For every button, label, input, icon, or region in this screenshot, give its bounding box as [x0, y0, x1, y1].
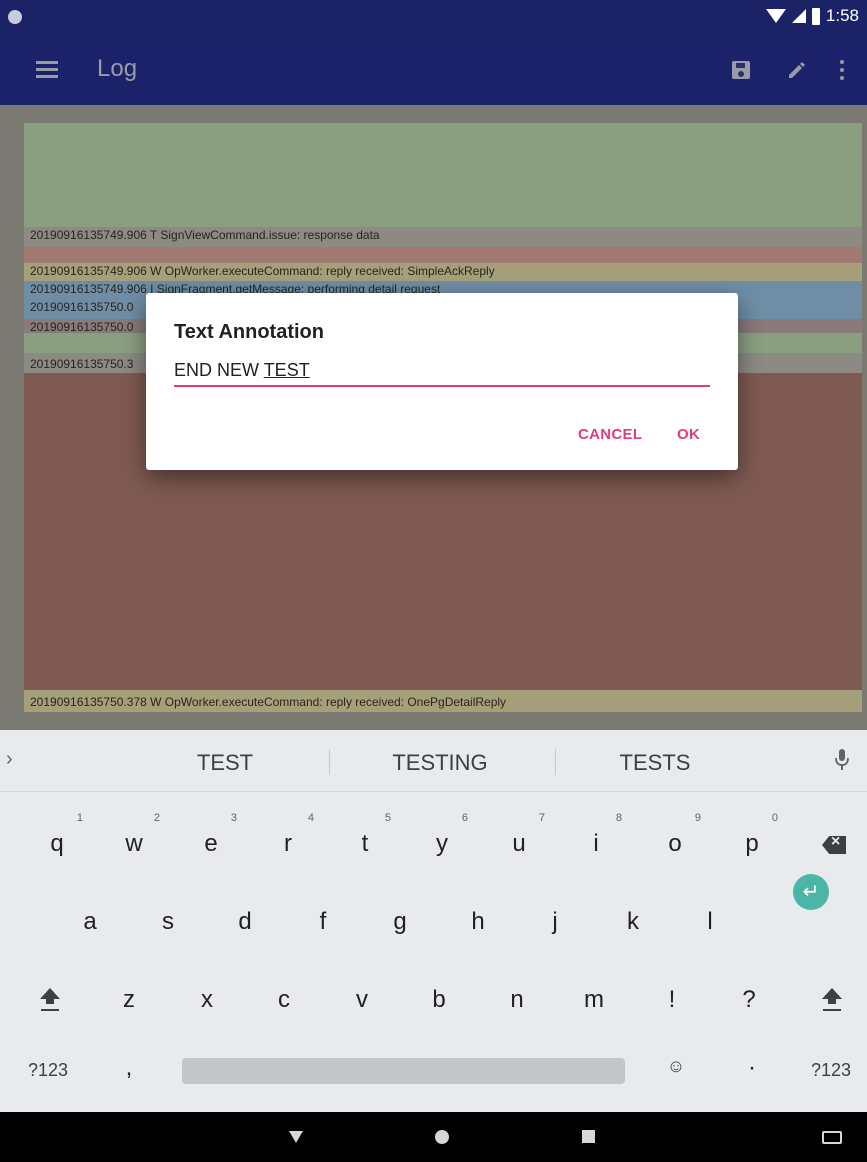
key-z[interactable]: z: [99, 986, 159, 1014]
signal-icon: [791, 9, 806, 23]
symbols-key-left[interactable]: ?123: [18, 1060, 78, 1081]
suggestion-divider: [555, 749, 556, 775]
text-annotation-dialog: Text Annotation END NEW TEST CANCEL OK: [146, 293, 738, 470]
status-bar: 1:58: [0, 0, 867, 33]
key-x[interactable]: x: [177, 986, 237, 1014]
key-j[interactable]: j: [525, 908, 585, 936]
key-t[interactable]: t5: [335, 812, 395, 858]
key-question[interactable]: ?: [719, 986, 779, 1014]
key-m[interactable]: m: [564, 986, 624, 1014]
suggestion-2[interactable]: TESTING: [375, 750, 505, 776]
key-o[interactable]: o9: [645, 812, 705, 858]
log-block-green: [24, 123, 862, 227]
key-b[interactable]: b: [409, 986, 469, 1014]
app-bar: Log: [0, 33, 867, 105]
suggestion-3[interactable]: TESTS: [600, 750, 710, 776]
key-p[interactable]: p0: [722, 812, 782, 858]
key-period[interactable]: ·: [722, 1054, 782, 1082]
ok-button[interactable]: OK: [677, 426, 700, 443]
navigation-bar: [0, 1112, 867, 1162]
key-v[interactable]: v: [332, 986, 392, 1014]
expand-suggestions-icon[interactable]: ›: [6, 748, 13, 771]
key-c[interactable]: c: [254, 986, 314, 1014]
recent-apps-icon[interactable]: [582, 1130, 595, 1143]
status-time: 1:58: [825, 6, 859, 25]
log-line: 20190916135750.3: [30, 357, 134, 371]
key-i[interactable]: i8: [566, 812, 626, 858]
log-line: 20190916135749.906 W OpWorker.executeCom…: [30, 264, 495, 278]
keyboard-switch-icon[interactable]: [822, 1131, 842, 1144]
key-n[interactable]: n: [487, 986, 547, 1014]
back-icon[interactable]: [289, 1131, 303, 1143]
key-f[interactable]: f: [293, 908, 353, 936]
dialog-title: Text Annotation: [174, 321, 324, 343]
key-l[interactable]: l: [680, 908, 740, 936]
shift-right-icon[interactable]: [820, 986, 844, 1014]
key-k[interactable]: k: [603, 908, 663, 936]
emoji-icon[interactable]: ☺: [646, 1056, 706, 1077]
key-r[interactable]: r4: [258, 812, 318, 858]
suggestion-1[interactable]: TEST: [170, 750, 280, 776]
wifi-icon: [765, 9, 786, 23]
log-line: 20190916135750.0: [30, 320, 134, 334]
key-exclamation[interactable]: !: [642, 986, 702, 1014]
notification-dot-icon: [8, 10, 22, 24]
key-d[interactable]: d: [215, 908, 275, 936]
key-e[interactable]: e3: [181, 812, 241, 858]
app-bar-scrim: [0, 33, 867, 105]
log-line: 20190916135750.378 W OpWorker.executeCom…: [30, 695, 507, 709]
log-line: 20190916135749.906 T SignViewCommand.iss…: [30, 228, 380, 242]
key-u[interactable]: u7: [489, 812, 549, 858]
home-icon[interactable]: [435, 1130, 449, 1144]
key-q[interactable]: q1: [27, 812, 87, 858]
key-s[interactable]: s: [138, 908, 198, 936]
key-h[interactable]: h: [448, 908, 508, 936]
enter-icon[interactable]: ↵: [793, 874, 829, 910]
symbols-key-right[interactable]: ?123: [801, 1060, 861, 1081]
key-a[interactable]: a: [60, 908, 120, 936]
key-comma[interactable]: ,: [99, 1054, 159, 1082]
mic-icon[interactable]: [835, 748, 849, 772]
spacebar[interactable]: [182, 1058, 625, 1084]
backspace-icon[interactable]: [822, 836, 846, 854]
cancel-button[interactable]: CANCEL: [578, 426, 642, 443]
shift-left-icon[interactable]: [38, 986, 62, 1014]
key-g[interactable]: g: [370, 908, 430, 936]
annotation-input-value[interactable]: END NEW TEST: [174, 360, 310, 381]
suggestion-divider: [329, 749, 330, 775]
suggestion-strip: › TEST TESTING TESTS: [0, 730, 867, 792]
soft-keyboard: q1 w2 e3 r4 t5 y6 u7 i8 o9 p0 a s d f g …: [0, 792, 867, 1112]
key-y[interactable]: y6: [412, 812, 472, 858]
log-block-red: [24, 247, 862, 263]
status-icons: 1:58: [765, 6, 859, 26]
battery-icon: [811, 7, 820, 25]
log-line: 20190916135750.0: [30, 300, 134, 314]
key-w[interactable]: w2: [104, 812, 164, 858]
